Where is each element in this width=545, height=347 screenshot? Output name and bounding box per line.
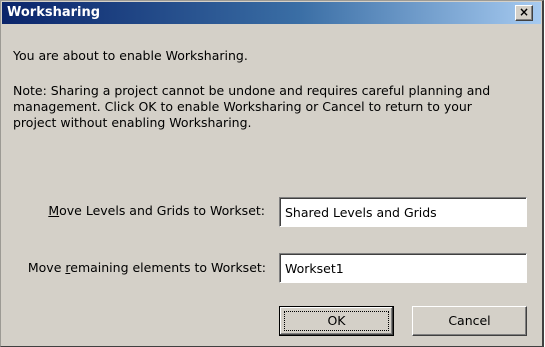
cancel-button-label: Cancel: [448, 313, 491, 328]
levels-label-mnemonic: M: [48, 203, 60, 218]
ok-button-label: OK: [327, 313, 346, 328]
levels-label-text: ove Levels and Grids to Workset:: [59, 203, 265, 218]
remaining-elements-label: Move remaining elements to Workset:: [21, 260, 266, 276]
worksharing-dialog: Worksharing × You are about to enable Wo…: [0, 0, 544, 347]
ok-button[interactable]: OK: [279, 306, 394, 336]
cancel-button[interactable]: Cancel: [412, 306, 527, 336]
close-button[interactable]: ×: [515, 5, 533, 21]
remaining-elements-workset-field[interactable]: [279, 253, 527, 283]
levels-grids-workset-field[interactable]: [279, 197, 527, 227]
title-bar[interactable]: Worksharing ×: [2, 2, 541, 24]
window-title: Worksharing: [7, 5, 101, 20]
close-icon: ×: [518, 5, 530, 19]
note-message: Note: Sharing a project cannot be undone…: [13, 83, 491, 130]
levels-grids-label: Move Levels and Grids to Workset:: [21, 203, 265, 219]
intro-message: You are about to enable Worksharing.: [13, 48, 248, 63]
remaining-label-text: emaining elements to Workset:: [70, 260, 266, 275]
remaining-label-prefix: Move: [27, 260, 66, 275]
